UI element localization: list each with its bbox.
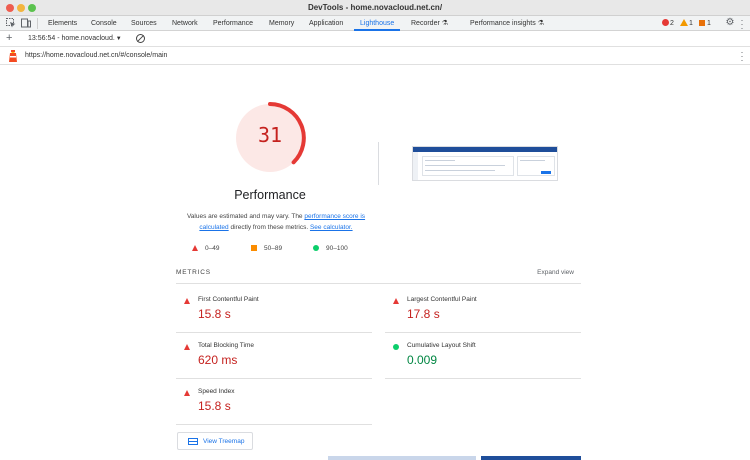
metric-first-contentful-paint: First Contentful Paint 15.8 s [176,288,372,333]
metric-largest-contentful-paint: Largest Contentful Paint 17.8 s [385,288,581,333]
fail-triangle-icon [184,390,190,396]
pass-circle-icon [313,245,319,252]
device-toolbar-icon[interactable] [21,18,31,28]
lighthouse-logo-icon [9,50,17,62]
tab-performance[interactable]: Performance [213,16,253,31]
thumbnail-panel [422,156,514,176]
plus-icon[interactable]: + [6,32,12,45]
metric-label: Total Blocking Time [198,342,254,349]
tab-performance-insights[interactable]: Performance insights ⚗ [470,16,544,31]
window-titlebar: DevTools - home.novacloud.net.cn/ [0,0,750,16]
tab-sources[interactable]: Sources [131,16,157,31]
tab-lighthouse[interactable]: Lighthouse [354,16,401,31]
pass-circle-icon [393,344,399,350]
clear-icon[interactable] [136,34,145,43]
error-icon [662,19,669,26]
report-url[interactable]: https://home.novacloud.net.cn/#/console/… [25,47,167,65]
legend-average: 50–89 [251,244,282,254]
thumbnail-header [413,147,557,152]
fail-triangle-icon [393,298,399,304]
see-calculator-link[interactable]: See calculator. [310,224,353,231]
settings-gear-icon[interactable]: ⚙ [725,18,735,28]
tab-network[interactable]: Network [172,16,198,31]
lighthouse-report: 31 Performance Values are estimated and … [0,66,750,460]
window-title: DevTools - home.novacloud.net.cn/ [307,3,443,12]
legend-fail: 0–49 [192,244,219,254]
expand-view-toggle[interactable]: Expand view [516,269,574,276]
treemap-button-label: View Treemap [203,438,245,445]
inspect-element-icon[interactable] [6,18,16,28]
treemap-icon [188,438,198,445]
fail-triangle-icon [184,298,190,304]
legend-pass: 90–100 [313,244,348,254]
issues-flag-icon [699,20,705,26]
error-count-badge[interactable]: 2 [662,16,674,31]
average-square-icon [251,245,257,252]
metric-value: 17.8 s [407,307,440,321]
final-screenshot-thumbnail[interactable] [412,146,558,181]
metric-label: Speed Index [198,388,235,395]
metrics-heading: METRICS [176,269,211,276]
metric-value: 15.8 s [198,399,231,413]
category-title: Performance [234,188,306,202]
thumbnail-line [520,160,545,161]
view-treemap-button[interactable]: View Treemap [177,432,253,450]
metric-value: 0.009 [407,353,438,367]
toolbar-divider [37,18,38,29]
metric-cumulative-layout-shift: Cumulative Layout Shift 0.009 [385,334,581,379]
thumbnail-line [425,170,495,171]
filmstrip-edge [328,456,476,460]
metric-label: Cumulative Layout Shift [407,342,476,349]
metric-total-blocking-time: Total Blocking Time 620 ms [176,334,372,379]
chevron-down-icon: ▼ [115,36,122,42]
tab-elements[interactable]: Elements [48,16,77,31]
report-selector[interactable]: 13:56:54 - home.novacloud.▼ [28,31,122,47]
tab-recorder[interactable]: Recorder ⚗ [411,16,448,31]
lighthouse-toolbar: + 13:56:54 - home.novacloud.▼ [0,31,750,47]
score-description: Values are estimated and may vary. The p… [186,213,366,231]
thumbnail-sidebar [413,152,418,180]
warning-count-badge[interactable]: 1 [680,16,693,31]
performance-score: 31 [257,123,283,147]
tab-application[interactable]: Application [309,16,343,31]
thumbnail-line [425,165,505,166]
tab-console[interactable]: Console [91,16,117,31]
header-divider [378,142,379,185]
report-url-bar: https://home.novacloud.net.cn/#/console/… [0,47,750,65]
report-menu-icon[interactable]: · · · [740,48,744,65]
fail-triangle-icon [184,344,190,350]
metrics-divider [176,283,581,284]
filmstrip-edge [481,456,581,460]
thumbnail-line [425,160,455,161]
more-options-icon[interactable]: · · · [739,16,745,33]
fail-triangle-icon [192,245,198,252]
thumbnail-button [541,171,551,174]
tab-memory[interactable]: Memory [269,16,294,31]
devtools-tabbar: Elements Console Sources Network Perform… [0,16,750,33]
metric-value: 620 ms [198,353,238,367]
issues-count-badge[interactable]: 1 [699,16,711,31]
metric-speed-index: Speed Index 15.8 s [176,380,372,425]
metric-label: First Contentful Paint [198,296,259,303]
warning-icon [680,19,688,26]
metric-value: 15.8 s [198,307,231,321]
metric-label: Largest Contentful Paint [407,296,477,303]
